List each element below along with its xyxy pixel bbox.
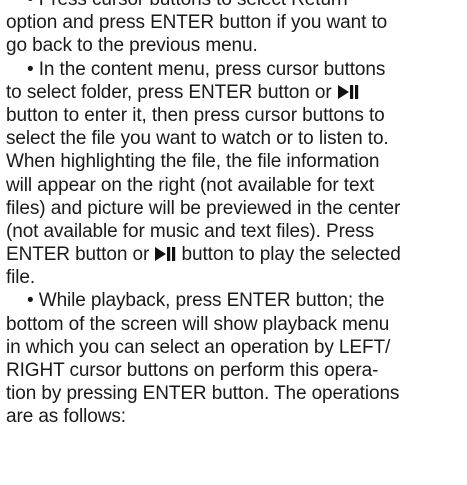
- text-segment: button to play the selected: [176, 244, 401, 266]
- text-line: option and press ENTER button if you wan…: [6, 12, 388, 34]
- text-line: (not available for music and text files)…: [6, 220, 375, 242]
- text-line: in which you can select an operation by …: [6, 336, 391, 358]
- text-line: tion by pressing ENTER button. The opera…: [6, 383, 400, 405]
- paragraph-playback-menu: • While playback, press ENTER button; th…: [6, 289, 464, 428]
- text-line: go back to the previous menu.: [6, 35, 258, 57]
- text-segment: to select folder, press ENTER button or: [6, 81, 337, 103]
- text-segment: ENTER button or: [6, 244, 155, 266]
- play-pause-icon: [154, 247, 176, 262]
- text-line: • In the content menu, press cursor butt…: [27, 58, 386, 80]
- paragraph-return-option: • Press cursor buttons to select Return …: [6, 0, 464, 58]
- text-line: When highlighting the file, the file inf…: [6, 151, 380, 173]
- text-line: RIGHT cursor buttons on perform this ope…: [6, 360, 379, 381]
- text-line: are as follows:: [6, 406, 126, 428]
- manual-text-block: • Press cursor buttons to select Return …: [6, 0, 464, 429]
- play-pause-icon: [337, 84, 359, 99]
- text-line: files) and picture will be previewed in …: [6, 197, 401, 219]
- text-line: • Press cursor buttons to select Return: [6, 0, 464, 11]
- text-line: • While playback, press ENTER button; th…: [27, 290, 385, 312]
- text-line: button to enter it, then press cursor bu…: [6, 104, 385, 126]
- text-line: ENTER button or button to play the selec…: [6, 243, 464, 266]
- text-line: will appear on the right (not available …: [6, 174, 375, 196]
- text-line: file.: [6, 267, 36, 289]
- paragraph-content-menu: • In the content menu, press cursor butt…: [6, 58, 464, 290]
- text-line: bottom of the screen will show playback …: [6, 313, 390, 335]
- text-line: select the file you want to watch or to …: [6, 128, 389, 150]
- text-line: to select folder, press ENTER button or: [6, 81, 464, 104]
